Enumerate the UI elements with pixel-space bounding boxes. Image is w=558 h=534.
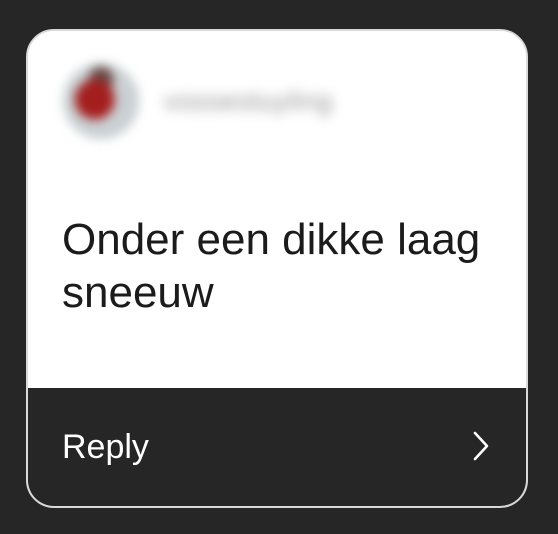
- reply-bar: Reply: [28, 388, 526, 506]
- sender-header: vossestuyling: [62, 61, 333, 141]
- avatar[interactable]: [62, 62, 140, 140]
- reply-button[interactable]: Reply: [28, 388, 526, 506]
- message-card: vossestuyling Onder een dikke laag sneeu…: [26, 29, 528, 508]
- username[interactable]: vossestuyling: [164, 86, 333, 117]
- card-content: vossestuyling Onder een dikke laag sneeu…: [28, 31, 526, 388]
- message-text: Onder een dikke laag sneeuw: [62, 215, 481, 317]
- reply-label: Reply: [62, 428, 149, 466]
- chevron-right-icon: [473, 431, 489, 461]
